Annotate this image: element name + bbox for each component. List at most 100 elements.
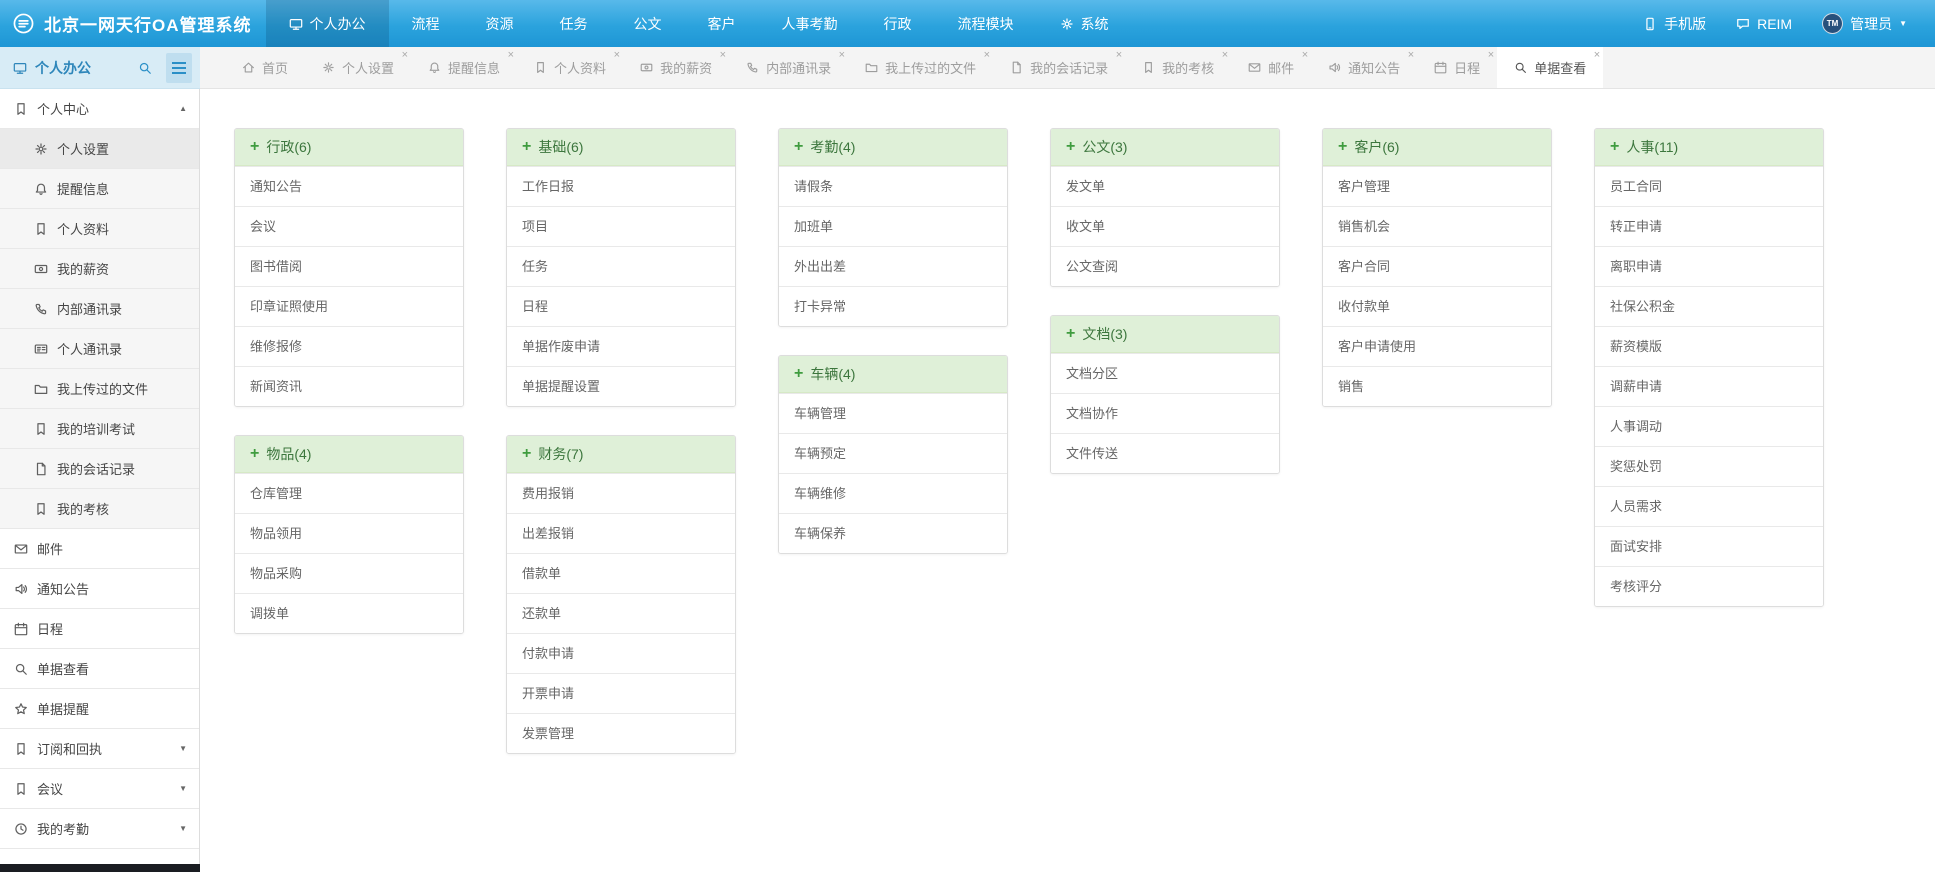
tab-close-icon[interactable]: × <box>1594 50 1600 61</box>
card-menu-item[interactable]: 收付款单 <box>1323 286 1551 326</box>
tab-close-icon[interactable]: × <box>1222 50 1228 61</box>
topbar-nav-item[interactable]: 客户 <box>685 0 759 47</box>
card-menu-item[interactable]: 日程 <box>507 286 735 326</box>
card-menu-item[interactable]: 单据作废申请 <box>507 326 735 366</box>
tab-item[interactable]: 提醒信息× <box>411 47 517 88</box>
sidebar-item[interactable]: 个人中心▲ <box>0 89 199 129</box>
card-menu-item[interactable]: 付款申请 <box>507 633 735 673</box>
sidebar-item[interactable]: 我的会话记录 <box>0 449 199 489</box>
card-menu-item[interactable]: 发票管理 <box>507 713 735 753</box>
card-menu-item[interactable]: 车辆保养 <box>779 513 1007 553</box>
card-menu-item[interactable]: 仓库管理 <box>235 473 463 513</box>
card-header[interactable]: +人事(11) <box>1595 129 1823 166</box>
card-header[interactable]: +考勤(4) <box>779 129 1007 166</box>
topbar-right-item[interactable]: REIM <box>1736 16 1792 32</box>
card-menu-item[interactable]: 文档分区 <box>1051 353 1279 393</box>
card-menu-item[interactable]: 印章证照使用 <box>235 286 463 326</box>
card-menu-item[interactable]: 发文单 <box>1051 166 1279 206</box>
tab-close-icon[interactable]: × <box>1488 50 1494 61</box>
tab-close-icon[interactable]: × <box>1302 50 1308 61</box>
tab-item[interactable]: 个人设置× <box>305 47 411 88</box>
tab-item[interactable]: 日程× <box>1417 47 1497 88</box>
card-menu-item[interactable]: 会议 <box>235 206 463 246</box>
tab-item[interactable]: 内部通讯录× <box>729 47 848 88</box>
sidebar-item[interactable]: 通知公告 <box>0 569 199 609</box>
sidebar-item[interactable]: 会议▼ <box>0 769 199 809</box>
sidebar-item[interactable]: 提醒信息 <box>0 169 199 209</box>
card-menu-item[interactable]: 公文查阅 <box>1051 246 1279 286</box>
card-header[interactable]: +车辆(4) <box>779 356 1007 393</box>
tab-item[interactable]: 个人资料× <box>517 47 623 88</box>
tab-close-icon[interactable]: × <box>1116 50 1122 61</box>
sidebar-item[interactable]: 日程 <box>0 609 199 649</box>
tab-close-icon[interactable]: × <box>984 50 990 61</box>
card-menu-item[interactable]: 开票申请 <box>507 673 735 713</box>
sidebar-search-button[interactable] <box>134 57 156 79</box>
topbar-nav-item[interactable]: 人事考勤 <box>759 0 861 47</box>
user-menu[interactable]: TM 管理员 ▼ <box>1822 13 1907 34</box>
card-menu-item[interactable]: 奖惩处罚 <box>1595 446 1823 486</box>
card-header[interactable]: +文档(3) <box>1051 316 1279 353</box>
card-menu-item[interactable]: 离职申请 <box>1595 246 1823 286</box>
card-menu-item[interactable]: 还款单 <box>507 593 735 633</box>
card-menu-item[interactable]: 通知公告 <box>235 166 463 206</box>
sidebar-item[interactable]: 我的考核 <box>0 489 199 529</box>
card-menu-item[interactable]: 费用报销 <box>507 473 735 513</box>
tab-item[interactable]: 通知公告× <box>1311 47 1417 88</box>
topbar-nav-item[interactable]: 流程 <box>389 0 463 47</box>
tab-item[interactable]: 我的薪资× <box>623 47 729 88</box>
card-menu-item[interactable]: 车辆管理 <box>779 393 1007 433</box>
card-menu-item[interactable]: 文件传送 <box>1051 433 1279 473</box>
sidebar-collapse-button[interactable] <box>166 53 192 83</box>
card-menu-item[interactable]: 员工合同 <box>1595 166 1823 206</box>
card-menu-item[interactable]: 加班单 <box>779 206 1007 246</box>
card-menu-item[interactable]: 社保公积金 <box>1595 286 1823 326</box>
card-menu-item[interactable]: 调拨单 <box>235 593 463 633</box>
card-menu-item[interactable]: 文档协作 <box>1051 393 1279 433</box>
sidebar-item[interactable]: 我的薪资 <box>0 249 199 289</box>
card-header[interactable]: +客户(6) <box>1323 129 1551 166</box>
card-menu-item[interactable]: 调薪申请 <box>1595 366 1823 406</box>
card-menu-item[interactable]: 收文单 <box>1051 206 1279 246</box>
card-menu-item[interactable]: 面试安排 <box>1595 526 1823 566</box>
tab-item[interactable]: 我的考核× <box>1125 47 1231 88</box>
tab-close-icon[interactable]: × <box>839 50 845 61</box>
card-menu-item[interactable]: 单据提醒设置 <box>507 366 735 406</box>
tab-item[interactable]: 我上传过的文件× <box>848 47 993 88</box>
tab-close-icon[interactable]: × <box>720 50 726 61</box>
card-header[interactable]: +行政(6) <box>235 129 463 166</box>
card-menu-item[interactable]: 图书借阅 <box>235 246 463 286</box>
sidebar-item[interactable]: 单据查看 <box>0 649 199 689</box>
sidebar-item[interactable]: 我的考勤▼ <box>0 809 199 849</box>
topbar-right-item[interactable]: 手机版 <box>1643 14 1706 34</box>
topbar-nav-item[interactable]: 资源 <box>463 0 537 47</box>
card-menu-item[interactable]: 考核评分 <box>1595 566 1823 606</box>
card-header[interactable]: +物品(4) <box>235 436 463 473</box>
card-menu-item[interactable]: 维修报修 <box>235 326 463 366</box>
card-menu-item[interactable]: 任务 <box>507 246 735 286</box>
card-menu-item[interactable]: 打卡异常 <box>779 286 1007 326</box>
sidebar-item[interactable]: 邮件 <box>0 529 199 569</box>
sidebar-item[interactable]: 内部通讯录 <box>0 289 199 329</box>
card-header[interactable]: +财务(7) <box>507 436 735 473</box>
card-menu-item[interactable]: 客户合同 <box>1323 246 1551 286</box>
sidebar-item[interactable]: 个人资料 <box>0 209 199 249</box>
card-menu-item[interactable]: 工作日报 <box>507 166 735 206</box>
tab-close-icon[interactable]: × <box>508 50 514 61</box>
sidebar-item[interactable]: 我上传过的文件 <box>0 369 199 409</box>
tab-item[interactable]: 单据查看× <box>1497 47 1603 89</box>
tab-close-icon[interactable]: × <box>402 50 408 61</box>
card-menu-item[interactable]: 客户管理 <box>1323 166 1551 206</box>
card-menu-item[interactable]: 薪资模版 <box>1595 326 1823 366</box>
tab-close-icon[interactable]: × <box>1408 50 1414 61</box>
sidebar-item[interactable]: 我的培训考试 <box>0 409 199 449</box>
card-menu-item[interactable]: 人事调动 <box>1595 406 1823 446</box>
card-header[interactable]: +基础(6) <box>507 129 735 166</box>
card-menu-item[interactable]: 借款单 <box>507 553 735 593</box>
topbar-nav-item[interactable]: 行政 <box>861 0 935 47</box>
card-menu-item[interactable]: 销售机会 <box>1323 206 1551 246</box>
card-menu-item[interactable]: 外出出差 <box>779 246 1007 286</box>
card-menu-item[interactable]: 转正申请 <box>1595 206 1823 246</box>
card-menu-item[interactable]: 项目 <box>507 206 735 246</box>
card-menu-item[interactable]: 销售 <box>1323 366 1551 406</box>
